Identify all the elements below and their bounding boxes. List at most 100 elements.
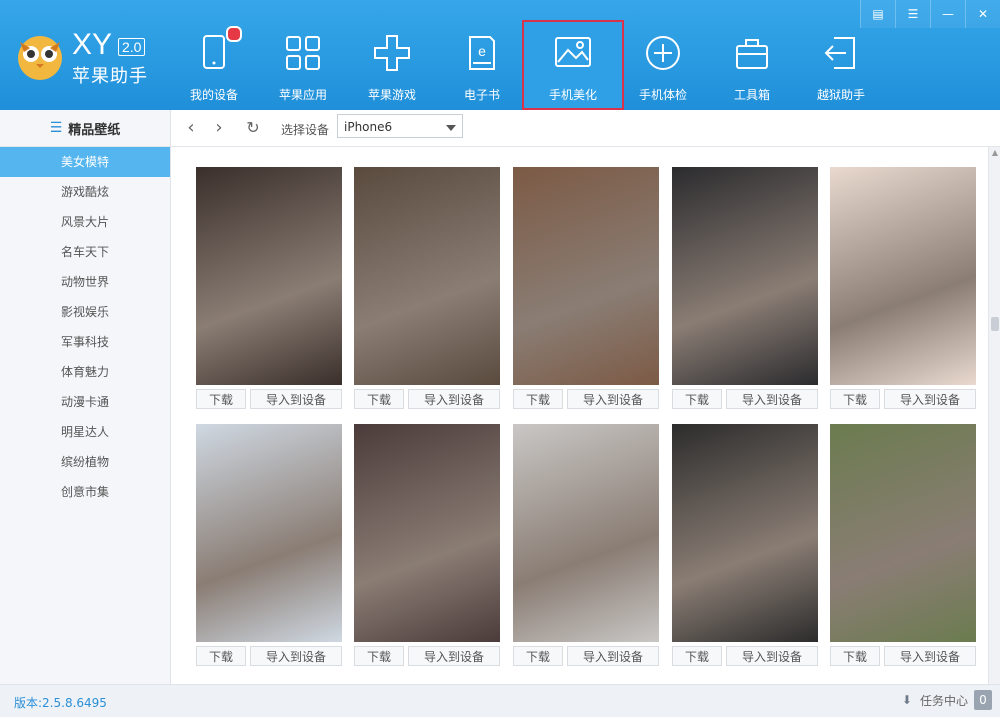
download-button[interactable]: 下载 [830,646,880,666]
sidebar-title-text: 精品壁纸 [68,122,121,138]
nav-phone-checkup[interactable]: 手机体检 [617,20,709,110]
wallpaper-card: 下载 导入到设备 [196,167,342,409]
sidebar-item[interactable]: 游戏酷炫 [0,177,170,207]
download-button[interactable]: 下载 [513,389,563,409]
download-button[interactable]: 下载 [830,389,880,409]
download-icon: ⬇ [901,693,912,707]
wallpaper-card: 下载 导入到设备 [513,167,659,409]
wallpaper-thumbnail[interactable] [830,167,976,385]
import-to-device-button[interactable]: 导入到设备 [726,389,818,409]
import-to-device-button[interactable]: 导入到设备 [884,646,976,666]
wallpaper-thumbnail[interactable] [672,424,818,642]
sidebar-title: ☰ 精品壁纸 [0,110,170,147]
refresh-icon[interactable]: ↻ [243,118,263,138]
nav-apple-games[interactable]: 苹果游戏 [346,20,438,110]
import-to-device-button[interactable]: 导入到设备 [567,389,659,409]
gamepad-icon [374,35,410,71]
nav-ebooks[interactable]: e 电子书 [436,20,528,110]
download-button[interactable]: 下载 [354,646,404,666]
grid-icon [286,36,320,70]
wallpaper-card: 下载 导入到设备 [354,424,500,666]
wallpaper-thumbnail[interactable] [354,424,500,642]
sidebar-item[interactable]: 名车天下 [0,237,170,267]
download-button[interactable]: 下载 [672,389,722,409]
nav-jailbreak[interactable]: 越狱助手 [795,20,887,110]
scrollbar-thumb[interactable] [991,317,999,331]
nav-apple-apps[interactable]: 苹果应用 [257,20,349,110]
task-center-label: 任务中心 [919,693,968,708]
card-actions: 下载 导入到设备 [672,646,818,666]
version-text: 版本:2.5.8.6495 [14,696,107,710]
device-select-label: 选择设备 [281,123,330,137]
download-button[interactable]: 下载 [672,646,722,666]
download-button[interactable]: 下载 [196,389,246,409]
nav-label: 苹果应用 [278,88,327,102]
exit-icon [824,37,855,69]
sidebar-item[interactable]: 影视娱乐 [0,297,170,327]
download-button[interactable]: 下载 [196,646,246,666]
list-icon: ☰ [49,120,63,136]
import-to-device-button[interactable]: 导入到设备 [250,389,342,409]
sidebar-item[interactable]: 军事科技 [0,327,170,357]
forward-icon[interactable]: › [209,118,229,138]
version-badge: 2.0 [118,38,146,56]
sidebar-item[interactable]: 动物世界 [0,267,170,297]
wallpaper-thumbnail[interactable] [354,167,500,385]
download-button[interactable]: 下载 [513,646,563,666]
wallpaper-card: 下载 导入到设备 [672,424,818,666]
wallpaper-thumbnail[interactable] [513,424,659,642]
card-actions: 下载 导入到设备 [672,389,818,409]
nav-label: 苹果游戏 [367,88,416,102]
import-to-device-button[interactable]: 导入到设备 [726,646,818,666]
wallpaper-card: 下载 导入到设备 [196,424,342,666]
card-actions: 下载 导入到设备 [196,646,342,666]
sidebar-item[interactable]: 动漫卡通 [0,387,170,417]
wallpaper-thumbnail[interactable] [513,167,659,385]
wallpaper-card: 下载 导入到设备 [513,424,659,666]
minimize-icon[interactable]: — [930,0,965,28]
sidebar: ☰ 精品壁纸 美女模特 游戏酷炫 风景大片 名车天下 动物世界 影视娱乐 军事科技 体育魅力动… [0,110,171,684]
import-to-device-button[interactable]: 导入到设备 [567,646,659,666]
wallpaper-thumbnail[interactable] [196,167,342,385]
nav-label: 手机体检 [638,88,687,102]
sidebar-item[interactable]: 缤纷植物 [0,447,170,477]
nav-label: 越狱助手 [816,88,865,102]
nav-label: 工具箱 [733,88,770,102]
back-icon[interactable]: ‹ [181,118,201,138]
device-select[interactable]: iPhone6 [337,114,463,138]
download-button[interactable]: 下载 [354,389,404,409]
chevron-down-icon [446,125,456,131]
plus-circle-icon [646,36,680,70]
notification-badge [226,26,242,42]
nav-phone-beautify[interactable]: 手机美化 [522,20,624,110]
wallpaper-card: 下载 导入到设备 [672,167,818,409]
logo-text: XY [72,28,113,61]
ebook-icon: e [469,36,495,70]
close-icon[interactable]: ✕ [965,0,1000,28]
nav-my-device[interactable]: 我的设备 [168,20,260,110]
import-to-device-button[interactable]: 导入到设备 [408,389,500,409]
sidebar-item[interactable]: 风景大片 [0,207,170,237]
nav-toolbox[interactable]: 工具箱 [706,20,798,110]
scrollbar[interactable]: ▲ [988,147,1000,684]
import-to-device-button[interactable]: 导入到设备 [884,389,976,409]
card-actions: 下载 导入到设备 [196,389,342,409]
wallpaper-thumbnail[interactable] [830,424,976,642]
card-actions: 下载 导入到设备 [513,646,659,666]
import-to-device-button[interactable]: 导入到设备 [408,646,500,666]
card-actions: 下载 导入到设备 [830,389,976,409]
scroll-up-icon[interactable]: ▲ [989,147,1000,159]
sidebar-item[interactable]: 美女模特 [0,147,170,177]
task-center[interactable]: ⬇ 任务中心 0 [902,690,992,710]
import-to-device-button[interactable]: 导入到设备 [250,646,342,666]
nav-label: 我的设备 [189,88,238,102]
task-count-badge: 0 [974,690,992,710]
sidebar-item[interactable]: 体育魅力 [0,357,170,387]
wallpaper-thumbnail[interactable] [196,424,342,642]
wallpaper-grid: 下载 导入到设备 下载 导入到设备 下载 导入到设备 下载 导入到设备 下载 导入到设备 下载 导入到… [171,147,988,684]
wallpaper-thumbnail[interactable] [672,167,818,385]
settings-menu-icon[interactable]: ☰ [895,0,930,28]
sidebar-item[interactable]: 创意市集 [0,477,170,507]
device-select-value: iPhone6 [344,120,393,134]
sidebar-item[interactable]: 明星达人 [0,417,170,447]
